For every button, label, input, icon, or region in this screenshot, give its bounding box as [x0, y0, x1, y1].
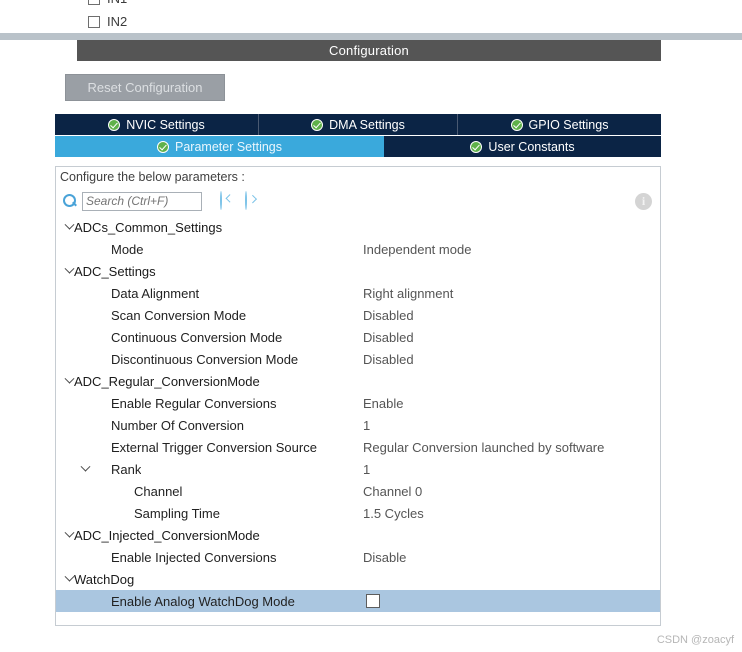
parameter-label: Enable Regular Conversions — [111, 395, 277, 411]
chevron-down-icon[interactable] — [63, 370, 75, 392]
parameter-label: Channel — [134, 483, 183, 499]
search-next-button[interactable] — [245, 191, 247, 210]
panel-divider — [0, 33, 742, 40]
parameter-row[interactable]: Mode Independent mode — [56, 238, 660, 260]
tab-label: NVIC Settings — [126, 117, 205, 132]
green-check-icon — [157, 140, 169, 153]
parameter-value[interactable]: 1.5 Cycles — [363, 506, 424, 521]
parameter-label: Continuous Conversion Mode — [111, 329, 283, 345]
reset-configuration-label: Reset Configuration — [87, 80, 203, 95]
parameter-row[interactable]: Sampling Time 1.5 Cycles — [56, 502, 660, 524]
parameter-row[interactable]: Rank 1 — [56, 458, 660, 480]
search-icon — [62, 193, 78, 209]
configure-parameters-note: Configure the below parameters : — [55, 166, 661, 186]
tab-dma-settings[interactable]: DMA Settings — [259, 114, 458, 135]
parameter-row[interactable]: ADC_Injected_ConversionMode — [56, 524, 660, 546]
pin-label: IN1 — [107, 0, 127, 6]
parameter-label: External Trigger Conversion Source — [111, 439, 317, 455]
chevron-down-icon[interactable] — [63, 524, 75, 546]
parameter-label: Rank — [111, 461, 142, 477]
chevron-down-icon[interactable] — [63, 260, 75, 282]
parameter-value[interactable]: 1 — [363, 462, 370, 477]
parameter-value[interactable]: Regular Conversion launched by software — [363, 440, 604, 455]
parameter-value[interactable]: Enable — [363, 396, 403, 411]
search-prev-button[interactable] — [220, 191, 222, 210]
parameter-label: Number Of Conversion — [111, 417, 244, 433]
parameter-value[interactable]: Disabled — [363, 330, 414, 345]
tab-label: User Constants — [488, 139, 575, 154]
parameter-label: ADC_Injected_ConversionMode — [74, 527, 260, 543]
checkbox-in1[interactable] — [88, 0, 100, 5]
info-icon[interactable]: i — [635, 192, 652, 210]
parameter-tree[interactable]: ADCs_Common_Settings Mode Independent mode… — [55, 216, 661, 626]
tab-label: Parameter Settings — [175, 139, 282, 154]
configuration-title-bar: Configuration — [77, 40, 661, 61]
tab-label: DMA Settings — [329, 117, 405, 132]
parameter-label: WatchDog — [74, 571, 135, 587]
parameter-label: Enable Injected Conversions — [111, 549, 277, 565]
analog-input-checkbox-list: IN1 IN2 — [0, 0, 742, 33]
parameter-label: ADC_Regular_ConversionMode — [74, 373, 260, 389]
tab-label: GPIO Settings — [528, 117, 609, 132]
parameter-search-toolbar: i — [55, 186, 661, 216]
green-check-icon — [470, 140, 483, 153]
watermark-text: CSDN @zoacyf — [656, 634, 734, 646]
tab-gpio-settings[interactable]: GPIO Settings — [458, 114, 661, 135]
parameter-label: Scan Conversion Mode — [111, 307, 247, 323]
parameter-row[interactable]: Continuous Conversion Mode Disabled — [56, 326, 660, 348]
parameter-label: Data Alignment — [111, 285, 200, 301]
pin-checkbox-row[interactable]: IN1 — [88, 0, 127, 6]
tab-nvic-settings[interactable]: NVIC Settings — [55, 114, 259, 135]
parameter-label: Sampling Time — [134, 505, 220, 521]
parameter-label: ADCs_Common_Settings — [74, 219, 223, 235]
parameter-row[interactable]: Enable Analog WatchDog Mode — [56, 590, 660, 612]
parameter-row[interactable]: Number Of Conversion 1 — [56, 414, 660, 436]
parameter-row[interactable]: Discontinuous Conversion Mode Disabled — [56, 348, 660, 370]
parameter-label: Mode — [111, 241, 144, 257]
parameter-row[interactable]: Enable Injected Conversions Disable — [56, 546, 660, 568]
configuration-panel-screen: IN1 IN2 Configuration Reset Configuratio… — [0, 0, 742, 652]
search-input[interactable] — [82, 191, 202, 211]
chevron-down-icon[interactable] — [63, 568, 75, 590]
parameter-value[interactable]: Right alignment — [363, 286, 453, 301]
parameter-value[interactable]: Channel 0 — [363, 484, 422, 499]
parameter-checkbox[interactable] — [366, 594, 380, 608]
chevron-down-icon[interactable] — [63, 216, 75, 238]
tab-parameter-settings[interactable]: Parameter Settings — [55, 136, 384, 157]
green-check-icon — [108, 118, 121, 131]
chevron-left-circle-icon — [220, 191, 222, 210]
parameter-label: ADC_Settings — [74, 263, 156, 279]
chevron-right-circle-icon — [245, 191, 247, 210]
tab-user-constants[interactable]: User Constants — [384, 136, 661, 157]
parameter-row[interactable]: Enable Regular Conversions Enable — [56, 392, 660, 414]
parameter-value[interactable]: 1 — [363, 418, 370, 433]
parameter-row[interactable]: ADC_Regular_ConversionMode — [56, 370, 660, 392]
reset-configuration-button[interactable]: Reset Configuration — [65, 74, 225, 101]
settings-tab-row-top: NVIC Settings DMA Settings GPIO Settings — [55, 114, 661, 135]
parameter-row[interactable]: External Trigger Conversion Source Regula… — [56, 436, 660, 458]
parameter-label: Discontinuous Conversion Mode — [111, 351, 299, 367]
parameter-value[interactable]: Disabled — [363, 352, 414, 367]
parameter-row[interactable]: Scan Conversion Mode Disabled — [56, 304, 660, 326]
checkbox-in2[interactable] — [88, 15, 100, 28]
pin-label: IN2 — [107, 14, 128, 29]
parameter-row[interactable]: WatchDog — [56, 568, 660, 590]
parameter-value[interactable]: Independent mode — [363, 242, 471, 257]
parameter-row[interactable]: Channel Channel 0 — [56, 480, 660, 502]
parameter-row[interactable]: Data Alignment Right alignment — [56, 282, 660, 304]
parameter-row[interactable]: ADC_Settings — [56, 260, 660, 282]
parameter-value[interactable]: Disabled — [363, 308, 414, 323]
configure-parameters-text: Configure the below parameters : — [60, 169, 245, 184]
chevron-down-icon[interactable] — [79, 458, 91, 480]
green-check-icon — [510, 118, 523, 131]
green-check-icon — [311, 118, 324, 131]
parameter-label: Enable Analog WatchDog Mode — [111, 593, 295, 609]
pin-checkbox-row[interactable]: IN2 — [88, 14, 127, 29]
settings-tab-row-bottom: Parameter Settings User Constants — [55, 136, 661, 157]
parameter-value[interactable]: Disable — [363, 550, 406, 565]
parameter-row[interactable]: ADCs_Common_Settings — [56, 216, 660, 238]
page-title: Configuration — [329, 43, 409, 58]
